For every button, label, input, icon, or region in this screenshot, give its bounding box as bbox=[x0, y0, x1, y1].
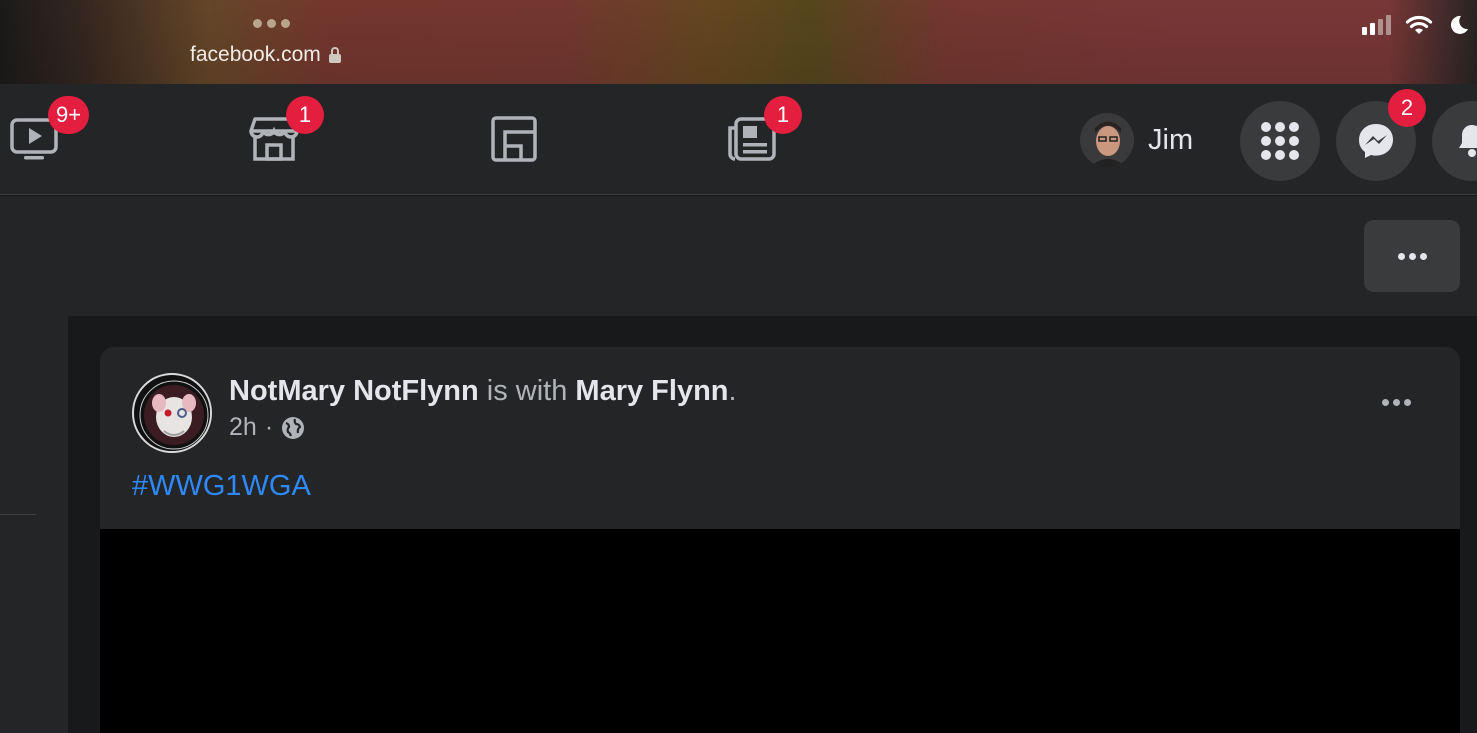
globe-icon bbox=[282, 416, 305, 439]
ellipsis-icon bbox=[1382, 399, 1389, 406]
post-meta: 2h · bbox=[229, 413, 305, 442]
page-subheader bbox=[0, 196, 1477, 316]
address-bar[interactable]: facebook.com bbox=[190, 43, 341, 67]
header-period: . bbox=[728, 375, 737, 407]
facebook-page: facebook.com 9+ 1 1 Jim 2 NotMary NotFly… bbox=[0, 0, 1477, 733]
browser-status-bar: facebook.com bbox=[0, 0, 1477, 84]
multitasking-dots-icon[interactable] bbox=[253, 19, 290, 28]
system-status-icons bbox=[1362, 14, 1469, 36]
messenger-icon bbox=[1359, 124, 1393, 158]
sidebar-divider bbox=[0, 514, 36, 515]
menu-button[interactable] bbox=[1240, 101, 1320, 181]
lock-icon bbox=[328, 47, 341, 63]
post-author-avatar[interactable] bbox=[132, 373, 212, 453]
avatar bbox=[1080, 113, 1134, 167]
ellipsis-icon bbox=[1397, 252, 1405, 260]
tagged-person-name[interactable]: Mary Flynn bbox=[575, 375, 728, 407]
more-options-button[interactable] bbox=[1364, 220, 1460, 292]
messenger-badge: 2 bbox=[1388, 89, 1426, 127]
wifi-icon bbox=[1405, 15, 1433, 34]
with-text: is with bbox=[486, 375, 568, 407]
bell-icon bbox=[1459, 125, 1477, 157]
post-author-name[interactable]: NotMary NotFlynn bbox=[229, 375, 479, 407]
left-sidebar bbox=[0, 316, 68, 733]
profile-shortcut[interactable]: Jim bbox=[1080, 112, 1193, 168]
url-text: facebook.com bbox=[190, 43, 321, 66]
profile-name: Jim bbox=[1148, 123, 1194, 156]
post-hashtag[interactable]: #WWG1WGA bbox=[132, 470, 311, 503]
cellular-signal-icon bbox=[1362, 15, 1391, 35]
news-badge: 1 bbox=[764, 96, 802, 134]
post-media[interactable] bbox=[100, 529, 1460, 733]
avatar-face-icon bbox=[1080, 113, 1134, 167]
meta-separator: · bbox=[264, 413, 274, 441]
marketplace-badge: 1 bbox=[286, 96, 324, 134]
watch-badge: 9+ bbox=[48, 96, 90, 134]
post-header: NotMary NotFlynn is with Mary Flynn. bbox=[229, 374, 737, 408]
tab-groups[interactable] bbox=[464, 84, 564, 194]
groups-icon bbox=[491, 116, 537, 162]
feed-post: NotMary NotFlynn is with Mary Flynn. 2h … bbox=[100, 347, 1460, 733]
rat-logo-icon bbox=[136, 377, 210, 451]
post-options-button[interactable] bbox=[1376, 393, 1417, 412]
moon-icon bbox=[1450, 15, 1468, 34]
post-timestamp[interactable]: 2h bbox=[229, 413, 257, 442]
menu-grid-icon bbox=[1261, 122, 1299, 160]
